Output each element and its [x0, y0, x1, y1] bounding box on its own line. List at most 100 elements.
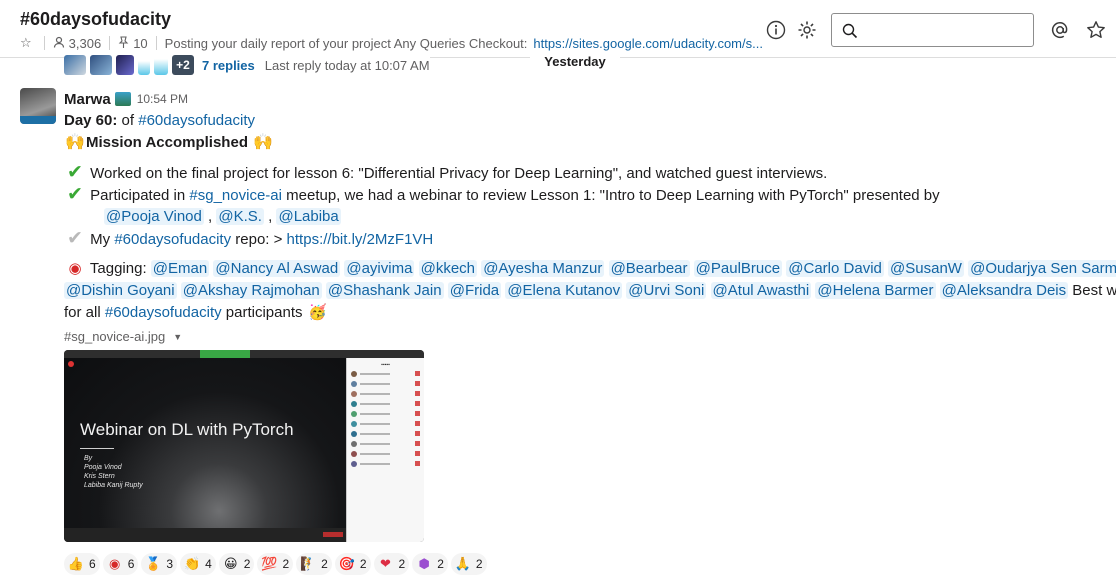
participants-panel: ▪▪▪▪▪	[346, 358, 424, 542]
channel-name[interactable]: #60daysofudacity	[20, 9, 171, 30]
raised-hands-icon: 🙌	[65, 134, 85, 151]
reaction-badge[interactable]: ⬢ 2	[412, 553, 448, 575]
reaction-heart[interactable]: ❤ 2	[373, 553, 410, 575]
reaction-target[interactable]: 🎯 2	[334, 553, 371, 575]
user-mention[interactable]: @Shashank Jain	[325, 282, 444, 299]
author-name[interactable]: Marwa	[64, 91, 111, 108]
recording-icon	[68, 361, 74, 367]
search-input[interactable]	[831, 13, 1034, 47]
pin-icon[interactable]	[118, 35, 129, 51]
mentions-icon[interactable]	[1049, 19, 1071, 41]
user-mention[interactable]: @Pooja Vinod	[104, 208, 204, 225]
user-mention[interactable]: @Helena Barmer	[815, 282, 936, 299]
medal-icon: 🏅	[145, 556, 162, 571]
reply-avatar	[90, 55, 112, 75]
user-mention[interactable]: @Dishin Goyani	[64, 282, 177, 299]
person-climbing-icon: 🧗	[300, 556, 317, 571]
reaction-bar: 👍 6 ◉ 6 🏅 3 👏 4 😀 2 💯 2 🧗 2 🎯 2 ❤ 2 ⬢ 2 🙏 2	[64, 552, 490, 576]
image-preview[interactable]: Webinar on DL with PyTorch By Pooja Vino…	[64, 350, 424, 542]
user-mention[interactable]: @ayivima	[344, 260, 415, 277]
reply-avatar	[64, 55, 86, 75]
star-icon[interactable]: ☆	[20, 35, 32, 51]
chevron-down-icon[interactable]: ▼	[173, 332, 182, 342]
check-mark-icon: ✔	[67, 162, 83, 183]
day-divider[interactable]: Yesterday	[530, 52, 620, 72]
message-line-tagging: ◉ Tagging: @Eman @Nancy Al Aswad @ayivim…	[64, 258, 1116, 280]
user-mention[interactable]: @Atul Awasthi	[710, 282, 812, 299]
user-mention[interactable]: @Ayesha Manzur	[481, 260, 605, 277]
message-line-tags2: @Dishin Goyani @Akshay Rajmohan @Shashan…	[64, 282, 1116, 299]
channel-link[interactable]: #sg_novice-ai	[189, 187, 282, 204]
slide-presenters: By Pooja Vinod Kris Stern Labiba Kanij R…	[84, 455, 143, 489]
user-mention[interactable]: @K.S.	[216, 208, 264, 225]
reaction-medal[interactable]: 🏅 3	[141, 553, 178, 575]
slide-title: Webinar on DL with PyTorch	[80, 420, 294, 439]
message-time[interactable]: 10:54 PM	[137, 92, 188, 106]
channel-link[interactable]: #60daysofudacity	[138, 112, 255, 129]
user-mention[interactable]: @Labiba	[276, 208, 341, 225]
user-mention[interactable]: @Elena Kutanov	[505, 282, 623, 299]
zoom-controls	[64, 528, 346, 542]
user-mention[interactable]: @kkech	[418, 260, 478, 277]
user-mention[interactable]: @Eman	[150, 260, 210, 277]
channel-meta: ☆ 3,306 10 Posting your daily report of …	[20, 34, 763, 52]
user-mention[interactable]: @Aleksandra Deis	[939, 282, 1069, 299]
reply-avatar	[154, 55, 168, 75]
screen-share-banner	[200, 350, 250, 358]
red-heart-icon: ❤	[380, 556, 391, 571]
gear-icon[interactable]	[796, 19, 818, 41]
user-mention[interactable]: @Bearbear	[608, 260, 690, 277]
replies-link[interactable]: 7 replies	[202, 58, 255, 73]
channel-link[interactable]: #60daysofudacity	[114, 231, 231, 248]
reaction-climber[interactable]: 🧗 2	[296, 553, 332, 575]
message-line-item1: ✔ Worked on the final project for lesson…	[64, 162, 827, 184]
user-mention[interactable]: @Oudarjya Sen Sarma	[968, 260, 1116, 277]
user-mention[interactable]: @PaulBruce	[693, 260, 783, 277]
webinar-slide: Webinar on DL with PyTorch By Pooja Vino…	[64, 358, 346, 528]
message-line-closing: for all #60daysofudacity participants 🥳	[64, 302, 329, 324]
message-line-accomplished: 🙌Mission Accomplished 🙌	[64, 132, 274, 154]
clapping-hands-icon: 👏	[183, 556, 201, 571]
starred-items-icon[interactable]	[1085, 19, 1107, 41]
member-icon[interactable]	[53, 36, 65, 51]
channel-link[interactable]: #60daysofudacity	[105, 304, 222, 321]
reaction-udacity[interactable]: ◉ 6	[102, 553, 139, 575]
udacity-logo-icon: ◉	[109, 556, 121, 571]
thank-you-icon: 🙏	[454, 556, 471, 571]
message-line-item2: ✔ Participated in #sg_novice-ai meetup, …	[64, 184, 940, 206]
user-mention[interactable]: @Akshay Rajmohan	[180, 282, 322, 299]
thread-summary[interactable]: +2 7 replies Last reply today at 10:07 A…	[64, 54, 430, 76]
hexagon-badge-icon: ⬢	[418, 556, 430, 571]
user-mention[interactable]: @Nancy Al Aswad	[213, 260, 341, 277]
hundred-points-icon: 💯	[261, 556, 278, 571]
party-face-icon: 🥳	[308, 304, 327, 321]
repo-link[interactable]: https://bit.ly/2MzF1VH	[287, 231, 434, 248]
divider	[155, 36, 157, 50]
reply-avatar	[138, 55, 150, 75]
message-line-item3: ✔ My #60daysofudacity repo: > https://bi…	[64, 228, 433, 250]
slide-divider	[80, 448, 114, 449]
status-emoji-icon	[114, 92, 131, 106]
user-mention[interactable]: @Urvi Soni	[626, 282, 707, 299]
thumbs-up-icon: 👍	[67, 556, 85, 571]
topic-link[interactable]: https://sites.google.com/udacity.com/s..…	[533, 36, 763, 51]
check-mark-icon: ✔	[67, 184, 83, 205]
reaction-thanks[interactable]: 🙏 2	[450, 553, 487, 575]
member-count[interactable]: 3,306	[69, 36, 102, 51]
attachment-title[interactable]: #sg_novice-ai.jpg ▼	[64, 329, 182, 344]
reaction-thumbs-up[interactable]: 👍 6	[64, 553, 100, 575]
user-mention[interactable]: @Frida	[447, 282, 502, 299]
reaction-hundred[interactable]: 💯 2	[257, 553, 294, 575]
avatar[interactable]	[20, 88, 56, 124]
pinned-count[interactable]: 10	[133, 36, 147, 51]
user-mention[interactable]: @SusanW	[888, 260, 964, 277]
reaction-clap[interactable]: 👏 4	[180, 553, 216, 575]
message-line-presenters: @Pooja Vinod , @K.S. , @Labiba	[104, 208, 341, 225]
message-header: Marwa 10:54 PM	[64, 88, 188, 110]
reaction-grin[interactable]: 😀 2	[218, 553, 255, 575]
udacity-target-icon: ◉	[68, 260, 82, 277]
user-mention[interactable]: @Carlo David	[786, 260, 884, 277]
grinning-face-icon: 😀	[223, 556, 238, 571]
info-icon[interactable]	[765, 19, 787, 41]
divider	[109, 36, 111, 50]
